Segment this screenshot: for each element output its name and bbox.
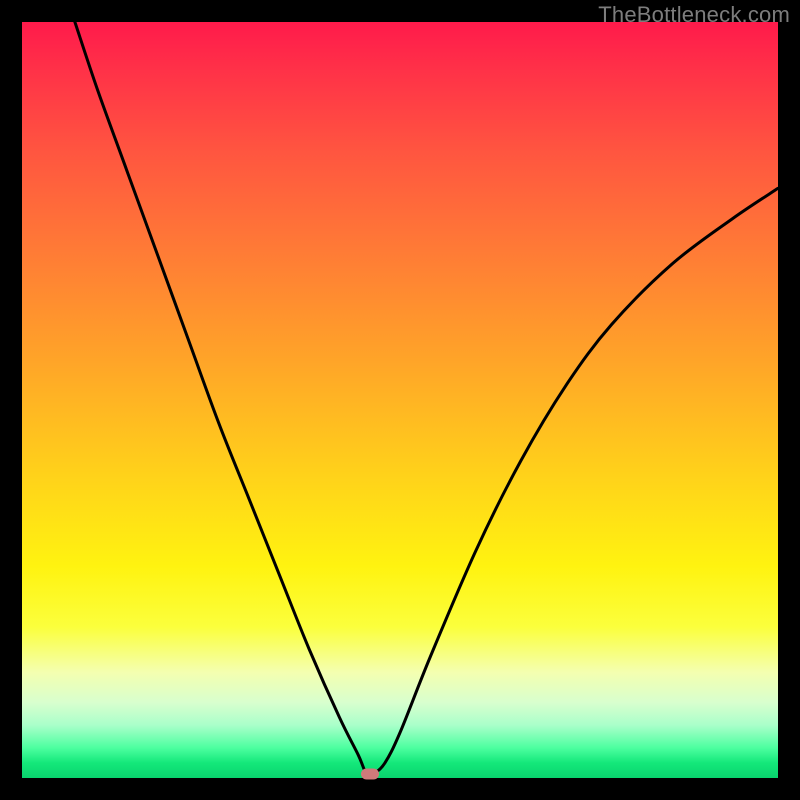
plot-area <box>22 22 778 778</box>
chart-frame: TheBottleneck.com <box>0 0 800 800</box>
bottleneck-curve-path <box>75 22 778 775</box>
curve-svg <box>22 22 778 778</box>
optimal-point-marker <box>361 769 379 780</box>
